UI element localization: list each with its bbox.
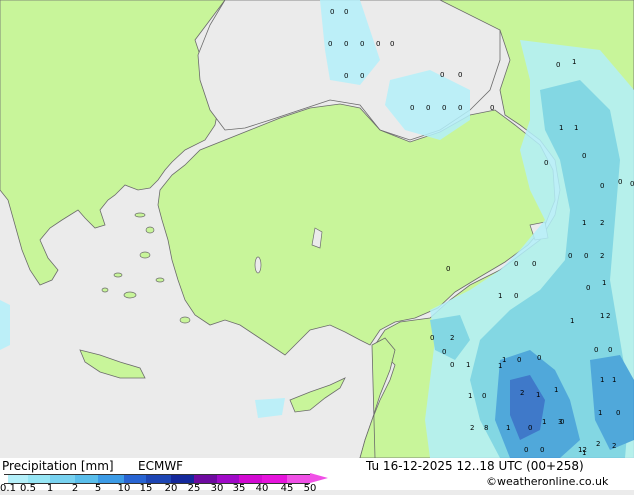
precip-value-label: 0 bbox=[446, 265, 450, 273]
legend-tick-label: 0.5 bbox=[20, 483, 36, 494]
legend-model: ECMWF bbox=[138, 459, 184, 473]
legend-title: Precipitation [mm] bbox=[2, 459, 114, 473]
precip-value-label: 0 bbox=[458, 71, 462, 79]
precip-value-label: 1 bbox=[506, 424, 510, 432]
legend-datetime: Tu 16-12-2025 12..18 UTC (00+258) bbox=[366, 459, 584, 473]
precip-value-label: 0 bbox=[537, 354, 541, 362]
precip-value-label: 0 bbox=[524, 446, 528, 454]
precip-value-label: 0 bbox=[490, 104, 494, 112]
precip-value-label: 0 bbox=[544, 159, 548, 167]
precip-value-label: 1 bbox=[582, 219, 586, 227]
precip-value-label: 2 bbox=[520, 389, 524, 397]
legend-credit: ©weatheronline.co.uk bbox=[486, 475, 609, 488]
precip-value-label: 1 bbox=[466, 361, 470, 369]
precip-value-label: 0 bbox=[568, 252, 572, 260]
legend-tick-label: 40 bbox=[255, 483, 269, 494]
precip-value-label: 0 bbox=[560, 418, 564, 426]
legend-tick-label: 30 bbox=[210, 483, 224, 494]
precipitation-map: 0 00 0 0 0 00 0 0 00 10 0 0 0 01 10000 00 0 01 20 0 2101 210 0… bbox=[0, 0, 634, 458]
precip-value-label: 0 bbox=[442, 104, 446, 112]
precip-value-label: 1 bbox=[536, 391, 540, 399]
precip-value-label: 0 bbox=[430, 334, 434, 342]
legend-tick-label: 35 bbox=[232, 483, 246, 494]
legend-bar: Precipitation [mm] ECMWF Tu 16-12-2025 1… bbox=[0, 458, 634, 494]
precip-value-label: 0 bbox=[482, 392, 486, 400]
precip-value-label: 0 bbox=[618, 178, 622, 186]
precip-value-label: 1 bbox=[468, 392, 472, 400]
precip-value-label: 1 bbox=[542, 418, 546, 426]
precip-value-label: 0 bbox=[328, 40, 332, 48]
precip-value-label: 0 bbox=[556, 61, 560, 69]
legend-tick-label: 50 bbox=[303, 483, 317, 494]
legend-tick-label: 1 bbox=[46, 483, 54, 494]
precip-value-label: 0 bbox=[376, 40, 380, 48]
precip-value-label: 0 bbox=[360, 72, 364, 80]
precip-value-label: 0 bbox=[532, 260, 536, 268]
precip-value-label: 0 bbox=[608, 346, 612, 354]
precip-value-label: 0 bbox=[330, 8, 334, 16]
legend-tick-label: 10 bbox=[117, 483, 131, 494]
precip-value-label: 0 bbox=[582, 152, 586, 160]
legend-tick-label: 0.1 bbox=[0, 483, 16, 494]
legend-tick-label: 25 bbox=[187, 483, 201, 494]
precip-value-label: 0 bbox=[600, 182, 604, 190]
precip-value-label: 2 bbox=[606, 312, 610, 320]
precip-value-label: 1 bbox=[574, 124, 578, 132]
precip-value-label: 0 bbox=[584, 252, 588, 260]
legend-tick-label: 45 bbox=[280, 483, 294, 494]
precip-value-label: 0 bbox=[514, 260, 518, 268]
precip-value-label: 1 bbox=[502, 356, 506, 364]
precip-value-label: 1 bbox=[498, 292, 502, 300]
legend-tick-label: 5 bbox=[94, 483, 102, 494]
precip-value-label: 0 bbox=[442, 348, 446, 356]
legend-tick-label: 2 bbox=[71, 483, 79, 494]
precip-value-label: 0 bbox=[586, 284, 590, 292]
precip-value-label: 0 bbox=[514, 292, 518, 300]
precip-value-label: 2 bbox=[600, 219, 604, 227]
precip-value-label: 0 bbox=[458, 104, 462, 112]
precip-value-label: 0 bbox=[517, 356, 521, 364]
legend-tick-label: 20 bbox=[164, 483, 178, 494]
precip-value-label: 2 bbox=[612, 442, 616, 450]
precip-value-label: 1 bbox=[598, 409, 602, 417]
precip-value-label: 12 bbox=[578, 446, 587, 454]
precip-value-label: 8 bbox=[484, 424, 488, 432]
precip-value-label: 0 bbox=[344, 40, 348, 48]
precip-value-label: 1 bbox=[600, 312, 604, 320]
precip-value-label: 0 bbox=[390, 40, 394, 48]
precip-value-label: 0 bbox=[344, 8, 348, 16]
precip-value-label: 0 bbox=[410, 104, 414, 112]
precip-value-label: 0 bbox=[426, 104, 430, 112]
precip-value-label: 2 bbox=[470, 424, 474, 432]
precip-value-label: 1 bbox=[602, 279, 606, 287]
precip-value-label: 0 bbox=[616, 409, 620, 417]
precip-value-label: 1 bbox=[600, 376, 604, 384]
precip-value-label: 1 bbox=[612, 376, 616, 384]
precip-value-label: 0 bbox=[344, 72, 348, 80]
precip-value-label: 0 bbox=[594, 346, 598, 354]
legend-tick-label: 15 bbox=[139, 483, 153, 494]
precip-value-label: 2 bbox=[450, 334, 454, 342]
precip-value-label: 1 bbox=[572, 58, 576, 66]
precip-value-label: 0 bbox=[440, 71, 444, 79]
legend-arrow bbox=[310, 473, 328, 483]
precip-value-label: 1 bbox=[570, 317, 574, 325]
precip-value-label: 1 bbox=[554, 386, 558, 394]
precip-value-label: 0 bbox=[360, 40, 364, 48]
precip-value-label: 0 bbox=[528, 424, 532, 432]
precip-value-label: 1 bbox=[559, 124, 563, 132]
precip-value-label: 0 bbox=[540, 446, 544, 454]
precip-value-label: 2 bbox=[600, 252, 604, 260]
precip-value-label: 0 bbox=[450, 361, 454, 369]
precip-value-label: 2 bbox=[596, 440, 600, 448]
precip-value-label: 0 bbox=[630, 180, 634, 188]
